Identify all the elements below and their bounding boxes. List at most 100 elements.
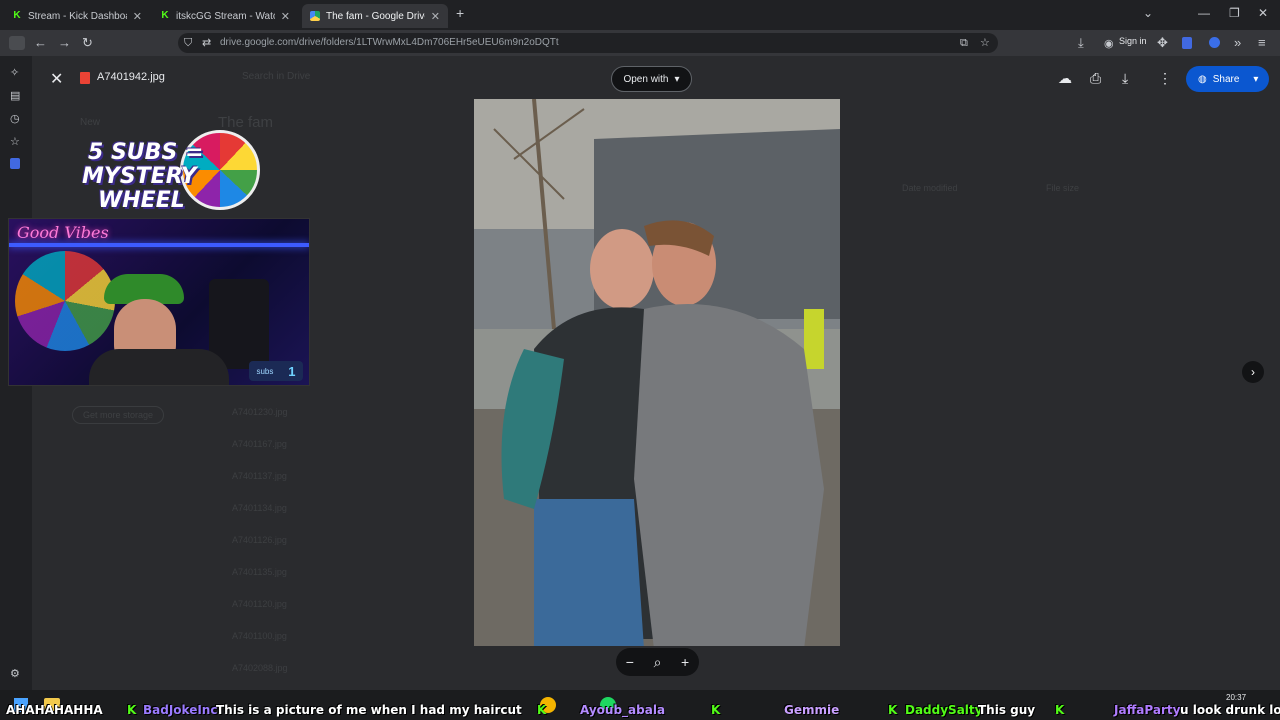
folder-title: The fam xyxy=(218,114,274,131)
led-strip xyxy=(9,243,309,247)
tab-label: Stream - Kick Dashboard xyxy=(28,10,127,22)
more-tools-icon[interactable]: » xyxy=(1234,35,1241,51)
kick-icon: K xyxy=(127,703,137,717)
settings-gear-icon[interactable]: ⚙ xyxy=(10,667,20,680)
shield-icon[interactable]: ⛉ xyxy=(184,35,192,51)
download-icon[interactable]: ⤓ xyxy=(1078,35,1084,51)
subs-label: subs xyxy=(256,366,274,376)
install-app-icon[interactable]: ⧉ xyxy=(960,35,968,51)
bookmark-star-icon[interactable]: ☆ xyxy=(980,35,990,51)
subs-count: 1 xyxy=(288,363,296,379)
close-tab-icon[interactable]: ✕ xyxy=(431,10,440,23)
streamer-shirt xyxy=(89,349,229,385)
tab-kick-stream[interactable]: K itskcGG Stream - Watch Live on ✕ xyxy=(152,4,298,28)
file-row: A7401134.jpg xyxy=(232,503,287,513)
forward-icon[interactable]: → xyxy=(58,35,71,51)
maximize-icon[interactable]: ❐ xyxy=(1229,6,1240,20)
more-options-icon[interactable]: ⋮ xyxy=(1158,70,1172,87)
close-viewer-icon[interactable]: ✕ xyxy=(50,69,63,89)
close-tab-icon[interactable]: ✕ xyxy=(133,10,142,23)
next-file-arrow-icon[interactable]: › xyxy=(1242,361,1264,383)
chat-message: This is a picture of me when I had my ha… xyxy=(216,703,522,717)
sidebar-toggle-icon[interactable] xyxy=(9,36,25,50)
file-row: A7401126.jpg xyxy=(232,535,287,545)
new-button: New xyxy=(80,117,101,128)
window-close-icon[interactable]: ✕ xyxy=(1258,6,1268,20)
prize-wheel-background xyxy=(15,251,115,351)
browser-toolbar: ← → ↻ ⛉ ⇄ drive.google.com/drive/folders… xyxy=(0,30,1280,56)
file-size-header: File size xyxy=(1046,183,1080,193)
back-icon[interactable]: ← xyxy=(34,35,47,51)
tab-google-drive[interactable]: The fam - Google Drive ✕ xyxy=(302,4,448,28)
reading-list-icon[interactable]: ▤ xyxy=(10,89,20,102)
subs-counter: subs 1 xyxy=(249,361,303,381)
neon-sign: Good Vibes xyxy=(17,223,109,242)
kick-icon: K xyxy=(888,703,898,717)
tab-kick-dashboard[interactable]: K Stream - Kick Dashboard ✕ xyxy=(4,4,150,28)
ai-icon[interactable]: ✧ xyxy=(10,66,19,79)
chat-username: Gemmie xyxy=(784,703,840,717)
file-row: A7401230.jpg xyxy=(232,407,288,417)
new-tab-button[interactable]: + xyxy=(456,5,464,21)
image-file-icon xyxy=(80,72,90,84)
tab-search-icon[interactable]: ⌄ xyxy=(1143,6,1153,20)
kick-icon: K xyxy=(711,703,721,717)
history-icon[interactable]: ◷ xyxy=(10,112,20,125)
browser-tab-bar: K Stream - Kick Dashboard ✕ K itskcGG St… xyxy=(0,0,1280,30)
add-shortcut-icon[interactable]: ☁ xyxy=(1058,70,1072,87)
url-text[interactable]: drive.google.com/drive/folders/1LTWrwMxL… xyxy=(220,37,559,48)
search-input: Search in Drive xyxy=(242,71,311,82)
sign-in-button[interactable]: Sign in xyxy=(1119,36,1147,46)
file-row: A7402088.jpg xyxy=(232,663,288,673)
tab-label: itskcGG Stream - Watch Live on xyxy=(176,10,275,22)
open-with-label: Open with xyxy=(623,73,669,85)
tab-label: The fam - Google Drive xyxy=(326,10,425,22)
kick-icon: K xyxy=(161,10,169,21)
minimize-icon[interactable]: — xyxy=(1198,6,1210,20)
menu-icon[interactable]: ≡ xyxy=(1258,35,1266,51)
open-with-button[interactable]: Open with ▾ xyxy=(611,66,692,92)
share-button[interactable]: ◍ Share ▾ xyxy=(1186,66,1269,92)
file-row: A7401137.jpg xyxy=(232,471,287,481)
account-icon[interactable]: ◉ xyxy=(1104,36,1114,52)
chat-username: JaffaParty xyxy=(1114,703,1181,717)
bitwarden-icon[interactable] xyxy=(1182,37,1192,49)
get-storage-button: Get more storage xyxy=(72,406,165,424)
kick-icon: K xyxy=(537,703,547,717)
drive-icon xyxy=(310,11,320,21)
streamer-webcam: Good Vibes subs 1 xyxy=(8,218,310,386)
mystery-wheel-overlay: 5 SUBS = MYSTERY WHEEL xyxy=(80,130,260,220)
share-dropdown-icon[interactable]: ▾ xyxy=(1253,74,1258,85)
file-row: A7401135.jpg xyxy=(232,567,287,577)
bookmarks-icon[interactable]: ☆ xyxy=(10,135,20,148)
zoom-magnifier-icon[interactable]: ⌕ xyxy=(654,654,662,671)
image-preview xyxy=(474,99,840,646)
site-settings-icon[interactable]: ⇄ xyxy=(202,35,211,51)
globe-icon: ◍ xyxy=(1198,73,1207,85)
photo-of-two-men-hugging xyxy=(474,99,840,646)
bitwarden-sidebar-icon[interactable] xyxy=(10,158,20,169)
address-bar[interactable]: ⛉ ⇄ drive.google.com/drive/folders/1LTWr… xyxy=(178,33,998,53)
extension-icon[interactable] xyxy=(1209,37,1220,48)
print-icon[interactable]: ⎙ xyxy=(1090,70,1101,87)
close-tab-icon[interactable]: ✕ xyxy=(281,10,290,23)
file-row: A7401100.jpg xyxy=(232,631,287,641)
wheel-text-line1: 5 SUBS = xyxy=(88,140,204,165)
file-row: A7401120.jpg xyxy=(232,599,287,609)
kick-icon: K xyxy=(1055,703,1065,717)
reload-icon[interactable]: ↻ xyxy=(82,35,93,51)
file-row: A7401167.jpg xyxy=(232,439,287,449)
date-modified-header: Date modified xyxy=(902,183,958,193)
download-file-icon[interactable]: ⤓ xyxy=(1122,70,1128,87)
wheel-text-line2: MYSTERY xyxy=(82,164,197,189)
chat-username: BadJokeInc xyxy=(143,703,218,717)
share-label: Share xyxy=(1212,73,1240,85)
chat-username: Ayoub_abala xyxy=(580,703,666,717)
zoom-controls: − ⌕ + xyxy=(616,648,699,676)
chat-ticker: AHAHAHAHHA K BadJokeInc This is a pictur… xyxy=(0,700,1280,720)
chat-message: AHAHAHAHHA xyxy=(6,703,103,717)
zoom-in-icon[interactable]: + xyxy=(681,654,689,670)
zoom-out-icon[interactable]: − xyxy=(626,654,634,670)
extensions-icon[interactable]: ✥ xyxy=(1157,35,1168,51)
chat-message: u look drunk lol xyxy=(1180,703,1280,717)
